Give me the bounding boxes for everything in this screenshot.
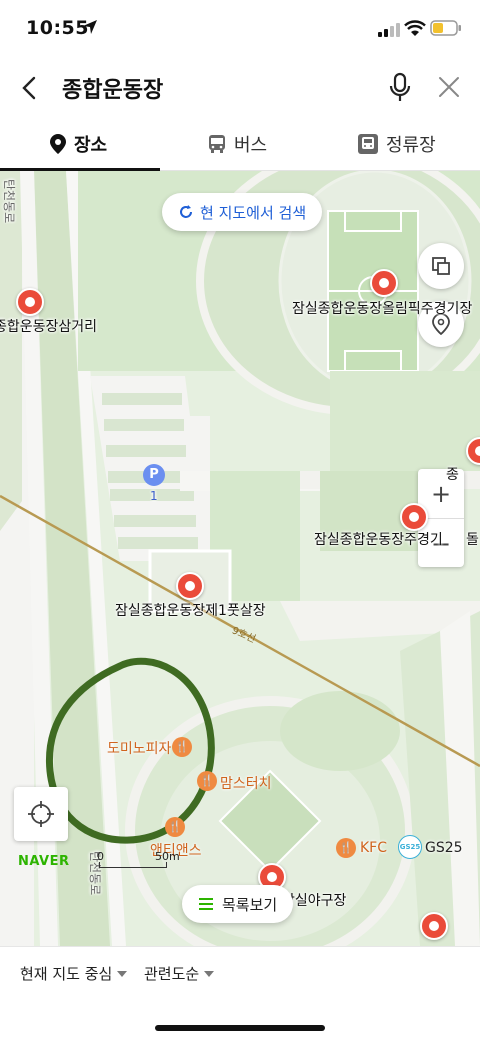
status-time: 10:55: [26, 17, 89, 39]
place-pin-icon: [50, 134, 66, 154]
scale-bar: [99, 862, 167, 868]
naver-logo: NAVER: [18, 854, 70, 869]
fork-knife-icon: 🍴: [197, 771, 217, 791]
tab-bus[interactable]: 버스: [208, 118, 267, 170]
location-filter-label: 현재 지도 중심: [20, 965, 113, 983]
list-view-button[interactable]: 목록보기: [182, 885, 294, 923]
futsal-label: 잠실종합운동장제1풋살장: [115, 603, 266, 619]
sort-filter-label: 관련도순: [144, 965, 200, 983]
futsal-pin[interactable]: [176, 572, 204, 600]
bottom-right-pin[interactable]: [420, 912, 448, 940]
layers-button[interactable]: [418, 243, 464, 289]
list-icon: [199, 898, 213, 910]
bus-stop-icon: [358, 134, 378, 154]
search-bar: 종합운동장: [0, 58, 480, 118]
tab-bus-stop[interactable]: 정류장: [358, 118, 436, 170]
poi-label-kfc[interactable]: KFC: [360, 840, 387, 856]
intersection-pin[interactable]: [16, 288, 44, 316]
parking-number: 1: [150, 489, 158, 503]
tab-bus-stop-label: 정류장: [386, 135, 436, 156]
close-icon[interactable]: [436, 74, 462, 100]
cellular-signal-icon: [378, 23, 400, 37]
crosshair-icon: [28, 801, 54, 827]
poi-label-dominos[interactable]: 도미노피자: [107, 738, 171, 758]
sort-filter-dropdown[interactable]: 관련도순: [144, 963, 215, 984]
status-bar: 10:55: [0, 0, 480, 58]
caret-down-icon: [117, 970, 128, 977]
wifi-icon: [404, 20, 426, 36]
location-filter-dropdown[interactable]: 현재 지도 중심: [20, 963, 128, 984]
search-this-area-label: 현 지도에서 검색: [200, 203, 307, 222]
tab-place-label: 장소: [74, 135, 108, 156]
microphone-icon[interactable]: [388, 72, 412, 104]
bottom-filter-bar: 현재 지도 중심 관련도순: [0, 946, 480, 1040]
sub-stadium-pin[interactable]: [400, 503, 428, 531]
home-indicator[interactable]: [155, 1025, 325, 1031]
intersection-label: 종합운동장삼거리: [0, 319, 98, 335]
road-label-left: 탄천동로: [2, 179, 16, 224]
search-this-area-button[interactable]: 현 지도에서 검색: [162, 193, 323, 231]
poi-label-momstouch[interactable]: 맘스터치: [220, 773, 272, 793]
sub-stadium-label: 잠실종합운동장주경기: [314, 532, 443, 548]
battery-icon: [430, 20, 461, 36]
parking-icon[interactable]: P: [143, 464, 165, 486]
location-arrow-icon: [83, 20, 97, 34]
map-base: [0, 171, 480, 946]
fork-knife-icon: 🍴: [336, 838, 356, 858]
back-arrow-icon[interactable]: [16, 74, 44, 102]
fork-knife-icon: 🍴: [172, 737, 192, 757]
refresh-icon: [180, 205, 192, 218]
category-tabs: 장소 버스 정류장: [0, 118, 480, 171]
current-location-button[interactable]: [14, 787, 68, 841]
convenience-store-icon: GS25: [398, 835, 422, 859]
olympic-stadium-label: 잠실종합운동장올림픽주경기장: [292, 301, 473, 317]
list-view-label: 목록보기: [222, 895, 278, 914]
fork-knife-icon: 🍴: [165, 817, 185, 837]
tab-place[interactable]: 장소: [50, 118, 107, 170]
layers-icon: [432, 257, 450, 275]
poi-label-gs25[interactable]: GS25: [425, 840, 463, 856]
bus-icon: [209, 135, 225, 153]
partial-stadium-label: 종: [446, 467, 459, 483]
caret-down-icon: [204, 970, 215, 977]
olympic-stadium-pin[interactable]: [370, 269, 398, 297]
dome-partial-label: 돌: [466, 532, 479, 548]
map-view[interactable]: 현 지도에서 검색 + − 탄천동로 종합운동장삼거리 잠실종합운동장올림픽주경…: [0, 171, 480, 946]
search-input[interactable]: 종합운동장: [62, 72, 163, 104]
tab-bus-label: 버스: [234, 135, 268, 156]
